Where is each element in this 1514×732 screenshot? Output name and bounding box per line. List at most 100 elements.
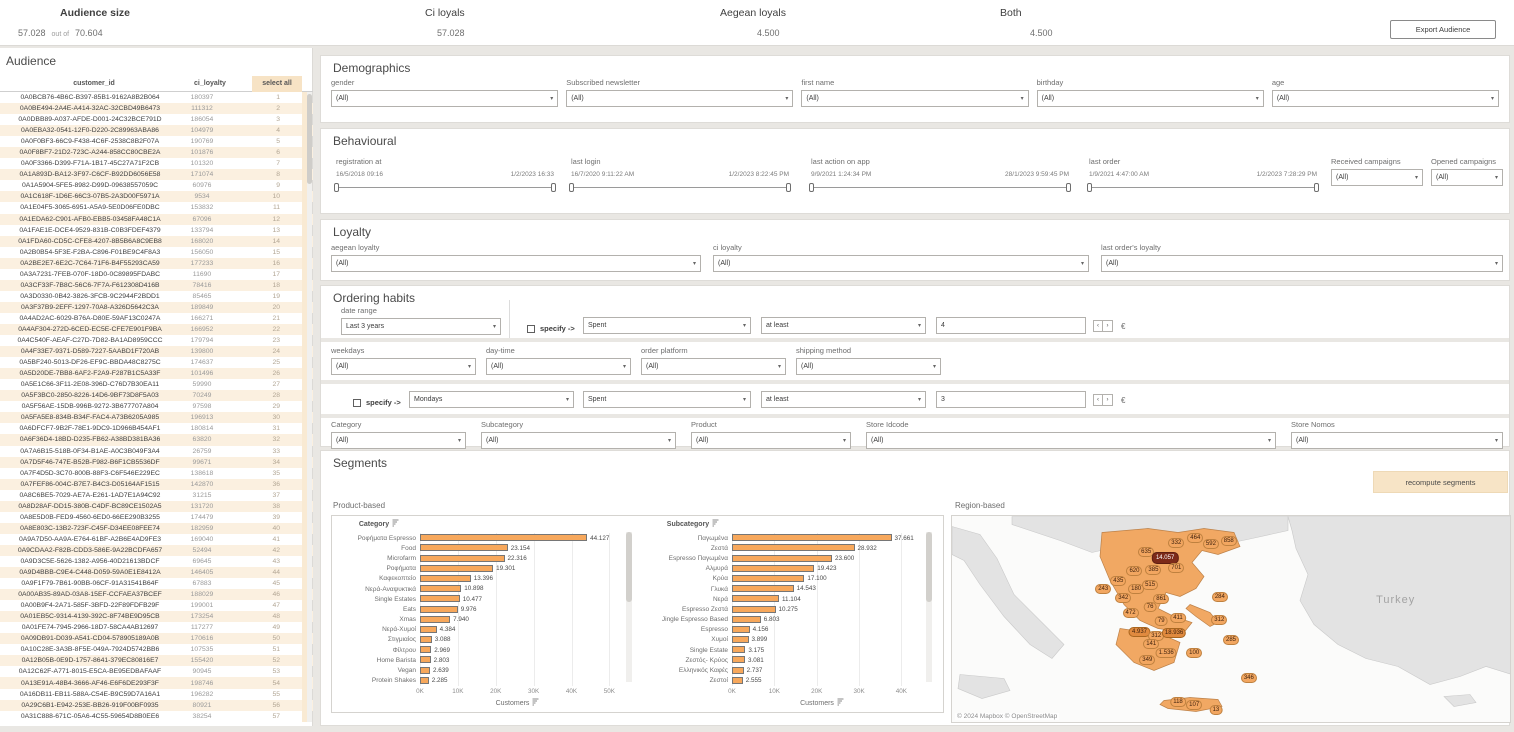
- bar-row[interactable]: Ελληνικός Καφές 2.737: [654, 665, 920, 675]
- bar[interactable]: [420, 544, 508, 551]
- map-region[interactable]: 79: [1155, 616, 1168, 626]
- slider-handle-right[interactable]: [1314, 183, 1319, 192]
- store-nomos-dropdown[interactable]: (All)▾: [1291, 432, 1503, 449]
- bar[interactable]: [420, 626, 437, 633]
- bar-row[interactable]: Παγωμένα 37.661: [654, 533, 920, 543]
- table-row[interactable]: 0A7D5F46-747E-B52B-F982-B6F1CB5536DF 996…: [0, 457, 313, 468]
- map-region[interactable]: 464: [1187, 533, 1203, 543]
- slider-track[interactable]: [571, 187, 789, 196]
- bar[interactable]: [732, 565, 814, 572]
- specify-checkbox[interactable]: [353, 399, 361, 407]
- bar-row[interactable]: Χυμοί 3.899: [654, 635, 920, 645]
- stepper-up-icon[interactable]: ›: [1103, 321, 1112, 331]
- table-row[interactable]: 0A2BE2E7-6E2C-7C64-71F6-B4F55293CA59 177…: [0, 258, 313, 269]
- bar[interactable]: [732, 636, 749, 643]
- subcategory-chart-scrollbar[interactable]: [926, 532, 932, 682]
- bar[interactable]: [732, 555, 832, 562]
- bar-row[interactable]: Αλμυρά 19.423: [654, 564, 920, 574]
- bar[interactable]: [420, 555, 505, 562]
- bar[interactable]: [732, 534, 892, 541]
- slider-handle-left[interactable]: [334, 183, 339, 192]
- table-row[interactable]: 0A4AD2AC-6029-B76A-D80E-59AF13C0247A 166…: [0, 313, 313, 324]
- order-platform-dropdown[interactable]: (All)▾: [641, 358, 786, 375]
- map-region[interactable]: 76: [1144, 602, 1157, 612]
- bar[interactable]: [732, 646, 745, 653]
- bar-row[interactable]: Ζεστά 28.932: [654, 543, 920, 553]
- table-row[interactable]: 0A12B05B-0E9D-1757-8641-379EC80816E7 155…: [0, 655, 313, 666]
- map-region[interactable]: 349: [1139, 655, 1155, 665]
- bar[interactable]: [732, 626, 750, 633]
- table-row[interactable]: 0A3A7231-7FEB-070F-18D0-0C89895FDABC 116…: [0, 269, 313, 280]
- sort-icon[interactable]: [837, 698, 844, 706]
- bar[interactable]: [420, 595, 460, 602]
- bar-row[interactable]: Single Estate 3.175: [654, 645, 920, 655]
- newsletter-dropdown[interactable]: (All)▾: [566, 90, 793, 107]
- bar[interactable]: [420, 667, 430, 674]
- subcategory-dropdown[interactable]: (All)▾: [481, 432, 676, 449]
- sort-icon[interactable]: [712, 519, 719, 527]
- map-region[interactable]: 411: [1170, 613, 1186, 623]
- bar-row[interactable]: Κρύα 17.100: [654, 574, 920, 584]
- bar[interactable]: [420, 677, 429, 684]
- table-row[interactable]: 0A1A893D-BA12-3F97-C6CF-B92DD6056E58 171…: [0, 169, 313, 180]
- bar-row[interactable]: Espresso 4.156: [654, 625, 920, 635]
- comparator-dropdown-2[interactable]: at least▾: [761, 391, 926, 408]
- ci-loyalty-dropdown[interactable]: (All)▾: [713, 255, 1089, 272]
- map-region[interactable]: 385: [1145, 565, 1161, 575]
- bar-row[interactable]: Single Estates 10.477: [338, 594, 624, 604]
- table-row[interactable]: 0A00B9F4-2A71-585F-3BFD-22F89FDFB29F 199…: [0, 600, 313, 611]
- bar-row[interactable]: Espresso Ζεστά 10.275: [654, 604, 920, 614]
- table-row[interactable]: 0A5BF240-5013-DF26-EF9C-BBDA48C8275C 174…: [0, 357, 313, 368]
- category-dropdown[interactable]: (All)▾: [331, 432, 466, 449]
- map-region[interactable]: 285: [1223, 635, 1239, 645]
- metric-dropdown-1[interactable]: Spent▾: [583, 317, 751, 334]
- slider-handle-right[interactable]: [786, 183, 791, 192]
- map-region[interactable]: 515: [1142, 580, 1158, 590]
- stepper-down-icon[interactable]: ‹: [1094, 395, 1103, 405]
- slider-handle-right[interactable]: [1066, 183, 1071, 192]
- map-region[interactable]: 858: [1221, 536, 1237, 546]
- table-row[interactable]: 0A13E91A-48B4-3666-AF46-E6F6DE293F3F 198…: [0, 677, 313, 688]
- bar-row[interactable]: Home Barista 2.803: [338, 655, 624, 665]
- table-row[interactable]: 0A2B0B54-5F3E-F2BA-C896-F01BE9C4F8A3 156…: [0, 247, 313, 258]
- table-row[interactable]: 0A5FA5E8-834B-B34F-FAC4-A73B6205A985 196…: [0, 412, 313, 423]
- table-row[interactable]: 0A9CDAA2-F82B-CDD3-586E-9A22BCDFA657 524…: [0, 545, 313, 556]
- bar-row[interactable]: Φίλτρου 2.969: [338, 645, 624, 655]
- bar-row[interactable]: Ζεστός- Κρύος 3.081: [654, 655, 920, 665]
- amount-stepper-2[interactable]: ‹›: [1093, 394, 1113, 406]
- bar-row[interactable]: Xmas 7.940: [338, 615, 624, 625]
- map-region[interactable]: 435: [1110, 576, 1126, 586]
- bar[interactable]: [732, 575, 804, 582]
- amount-input-2[interactable]: 3: [936, 391, 1086, 408]
- map-region[interactable]: 620: [1126, 566, 1142, 576]
- table-row[interactable]: 0A5F56AE-15DB-996B-9272-3B677707A804 975…: [0, 401, 313, 412]
- bar-row[interactable]: Jingle Espresso Based 6.803: [654, 615, 920, 625]
- day-dropdown-2[interactable]: Mondays▾: [409, 391, 574, 408]
- map-region[interactable]: 332: [1168, 538, 1184, 548]
- table-row[interactable]: 0A3D0330-0B42-3826-3FCB-9C2944F2BDD1 854…: [0, 291, 313, 302]
- specify-checkbox[interactable]: [527, 325, 535, 333]
- table-row[interactable]: 0A0F3366-D399-F71A-1B17-45C27A71F2CB 101…: [0, 158, 313, 169]
- table-row[interactable]: 0A01FE74-7945-2966-18D7-58CA4AB12697 117…: [0, 622, 313, 633]
- opened-campaigns-dropdown[interactable]: (All)▾: [1431, 169, 1503, 186]
- map-region[interactable]: 346: [1241, 673, 1257, 683]
- date-range-dropdown[interactable]: Last 3 years▾: [341, 318, 501, 335]
- column-customer-id[interactable]: customer_id: [8, 80, 180, 87]
- map-region[interactable]: 472: [1123, 608, 1139, 618]
- birthday-dropdown[interactable]: (All)▾: [1037, 90, 1264, 107]
- sort-icon[interactable]: [392, 519, 399, 527]
- table-row[interactable]: 0A6F36D4-18BD-D235-FB62-A38BD381BA36 638…: [0, 434, 313, 445]
- slider-track[interactable]: [336, 187, 554, 196]
- stepper-up-icon[interactable]: ›: [1103, 395, 1112, 405]
- table-row[interactable]: 0A5D20DE-7BB8-6AF2-F2A9-F287B1C5A33F 101…: [0, 368, 313, 379]
- table-row[interactable]: 0A4AF304-272D-6CED-EC5E-CFE7E901F9BA 166…: [0, 324, 313, 335]
- bar-row[interactable]: Ροφήματα 19.301: [338, 564, 624, 574]
- map-region[interactable]: 118: [1170, 697, 1186, 707]
- map-region[interactable]: 592: [1203, 539, 1219, 549]
- bar[interactable]: [420, 616, 450, 623]
- table-row[interactable]: 0A3F37B9-2EFF-1297-70A8-A326D5642C3A 189…: [0, 302, 313, 313]
- slider-handle-left[interactable]: [809, 183, 814, 192]
- table-row[interactable]: 0A8D28AF-DD15-380B-C4DF-BC89CE1502A5 131…: [0, 501, 313, 512]
- day-time-dropdown[interactable]: (All)▾: [486, 358, 631, 375]
- slider-handle-left[interactable]: [1087, 183, 1092, 192]
